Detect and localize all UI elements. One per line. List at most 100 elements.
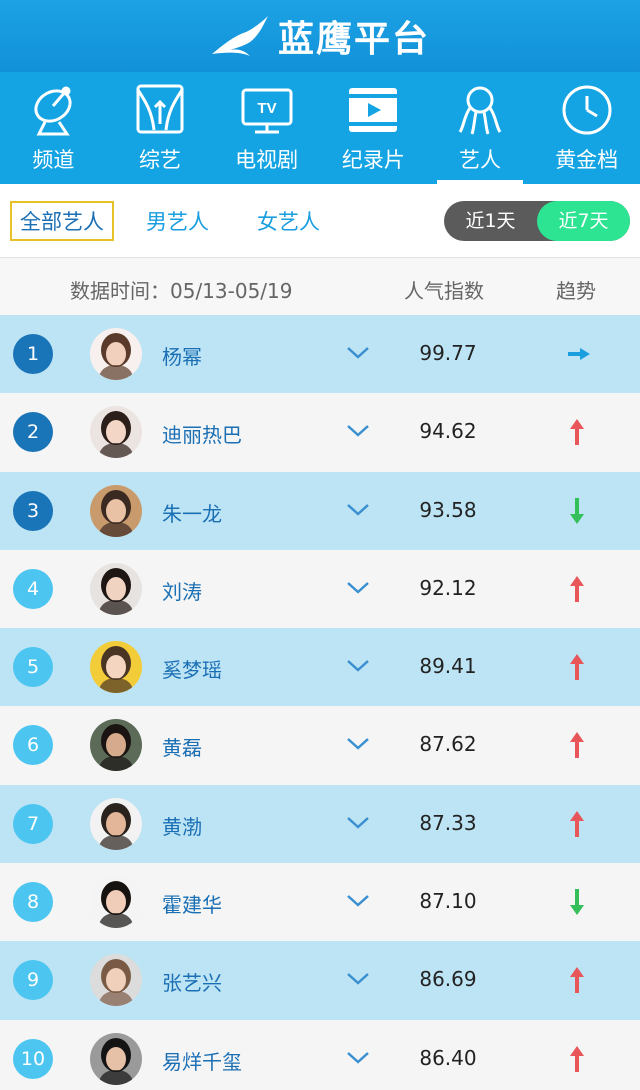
rank-badge: 2 bbox=[13, 412, 53, 453]
trend-up-icon bbox=[570, 654, 584, 681]
brand: 蓝鹰平台 bbox=[210, 10, 430, 62]
avatar bbox=[90, 562, 142, 615]
table-row[interactable]: 1 杨幂 99.77 bbox=[0, 315, 640, 394]
avatar bbox=[90, 954, 142, 1007]
avatar bbox=[90, 876, 142, 929]
score-column-header: 人气指数 bbox=[404, 279, 484, 303]
popularity-score: 89.41 bbox=[419, 654, 477, 679]
rank-badge: 8 bbox=[13, 882, 53, 923]
artist-icon bbox=[458, 86, 502, 135]
rank-badge: 3 bbox=[13, 490, 53, 531]
chevron-down-icon[interactable] bbox=[346, 971, 370, 987]
trend-down-icon bbox=[570, 889, 584, 916]
stage-curtain-icon bbox=[136, 84, 184, 134]
trend-up-icon bbox=[570, 1045, 584, 1072]
popularity-score: 86.40 bbox=[419, 1045, 477, 1070]
artist-name[interactable]: 迪丽热巴 bbox=[162, 419, 242, 448]
popularity-score: 99.77 bbox=[419, 341, 477, 365]
trend-column-header: 趋势 bbox=[556, 279, 596, 303]
chevron-down-icon[interactable] bbox=[346, 1050, 370, 1066]
table-row[interactable]: 7 黄渤 87.33 bbox=[0, 784, 640, 864]
tab-male-artists[interactable]: 男艺人 bbox=[146, 206, 209, 236]
data-period-label: 数据时间：05/13-05/19 bbox=[70, 279, 293, 303]
nav-item-channel[interactable]: 频道 bbox=[0, 72, 107, 184]
trend-down-icon bbox=[570, 497, 584, 524]
popularity-score: 87.10 bbox=[419, 889, 477, 914]
svg-text:TV: TV bbox=[257, 100, 276, 117]
app-header: 蓝鹰平台 bbox=[0, 0, 640, 72]
trend-up-icon bbox=[570, 967, 584, 994]
avatar bbox=[90, 484, 142, 537]
period-7-days[interactable]: 近7天 bbox=[537, 200, 630, 241]
chevron-down-icon[interactable] bbox=[346, 658, 370, 674]
chevron-down-icon[interactable] bbox=[346, 893, 370, 909]
tab-female-artists[interactable]: 女艺人 bbox=[257, 206, 320, 236]
nav-item-documentary[interactable]: 纪录片 bbox=[320, 72, 427, 184]
table-row[interactable]: 3 朱一龙 93.58 bbox=[0, 471, 640, 550]
period-toggle[interactable]: 近1天 近7天 bbox=[444, 200, 630, 241]
table-row[interactable]: 9 张艺兴 86.69 bbox=[0, 941, 640, 1020]
tv-icon: TV bbox=[241, 88, 293, 134]
satellite-dish-icon bbox=[34, 86, 72, 136]
avatar bbox=[90, 1032, 142, 1085]
rank-badge: 6 bbox=[13, 725, 53, 766]
film-play-icon bbox=[349, 88, 398, 132]
chevron-down-icon[interactable] bbox=[346, 345, 370, 361]
nav-item-variety[interactable]: 综艺 bbox=[107, 72, 214, 184]
artist-name[interactable]: 黄磊 bbox=[162, 732, 202, 761]
rank-badge: 9 bbox=[13, 960, 53, 1001]
avatar bbox=[90, 641, 142, 694]
avatar bbox=[90, 797, 142, 850]
trend-up-icon bbox=[570, 810, 584, 837]
trend-up-icon bbox=[570, 575, 584, 602]
table-header: 数据时间：05/13-05/19 人气指数 趋势 bbox=[0, 259, 640, 315]
table-row[interactable]: 10 易烊千玺 86.40 bbox=[0, 1019, 640, 1090]
avatar bbox=[90, 328, 142, 380]
rank-badge: 1 bbox=[13, 334, 53, 374]
rank-badge: 5 bbox=[13, 647, 53, 688]
popularity-score: 86.69 bbox=[419, 967, 477, 992]
rank-badge: 4 bbox=[13, 568, 53, 609]
clock-icon bbox=[562, 85, 612, 135]
artist-name[interactable]: 杨幂 bbox=[162, 341, 202, 370]
table-row[interactable]: 4 刘涛 92.12 bbox=[0, 549, 640, 629]
popularity-score: 94.62 bbox=[419, 419, 477, 444]
chevron-down-icon[interactable] bbox=[346, 580, 370, 596]
popularity-score: 93.58 bbox=[419, 497, 477, 522]
table-row[interactable]: 6 黄磊 87.62 bbox=[0, 706, 640, 785]
avatar bbox=[90, 719, 142, 772]
artist-ranking-list: 1 杨幂 99.77 2 迪丽热巴 94.62 3 朱一龙 93.58 4 刘涛… bbox=[0, 315, 640, 1090]
avatar bbox=[90, 406, 142, 459]
chevron-down-icon[interactable] bbox=[346, 815, 370, 831]
nav-item-artist[interactable]: 艺人 bbox=[427, 72, 534, 184]
popularity-score: 87.62 bbox=[419, 732, 477, 757]
table-row[interactable]: 8 霍建华 87.10 bbox=[0, 863, 640, 942]
rank-badge: 10 bbox=[13, 1038, 53, 1079]
category-nav: 频道 综艺 TV 电视剧 纪录片 艺人 黄金档 bbox=[0, 72, 640, 184]
nav-item-prime-time[interactable]: 黄金档 bbox=[533, 72, 640, 184]
table-row[interactable]: 2 迪丽热巴 94.62 bbox=[0, 393, 640, 472]
trend-flat-icon bbox=[568, 348, 590, 360]
chevron-down-icon[interactable] bbox=[346, 423, 370, 439]
popularity-score: 87.33 bbox=[419, 810, 477, 835]
artist-name[interactable]: 霍建华 bbox=[162, 889, 222, 918]
chevron-down-icon[interactable] bbox=[346, 736, 370, 752]
chevron-down-icon[interactable] bbox=[346, 502, 370, 518]
eagle-logo-icon bbox=[211, 16, 268, 56]
app-title: 蓝鹰平台 bbox=[277, 19, 430, 60]
period-1-day[interactable]: 近1天 bbox=[444, 201, 537, 241]
artist-name[interactable]: 易烊千玺 bbox=[162, 1046, 242, 1075]
artist-name[interactable]: 刘涛 bbox=[162, 576, 202, 605]
table-row[interactable]: 5 奚梦瑶 89.41 bbox=[0, 628, 640, 707]
artist-name[interactable]: 朱一龙 bbox=[162, 498, 222, 527]
tab-all-artists[interactable]: 全部艺人 bbox=[10, 200, 114, 241]
filter-bar: 全部艺人 男艺人 女艺人 近1天 近7天 bbox=[0, 184, 640, 258]
popularity-score: 92.12 bbox=[419, 575, 477, 600]
rank-badge: 7 bbox=[13, 803, 53, 844]
artist-name[interactable]: 张艺兴 bbox=[162, 967, 222, 996]
trend-up-icon bbox=[570, 419, 584, 446]
artist-name[interactable]: 奚梦瑶 bbox=[162, 654, 222, 683]
artist-name[interactable]: 黄渤 bbox=[162, 811, 202, 840]
trend-up-icon bbox=[570, 732, 584, 759]
nav-item-tv-series[interactable]: TV 电视剧 bbox=[213, 72, 320, 184]
